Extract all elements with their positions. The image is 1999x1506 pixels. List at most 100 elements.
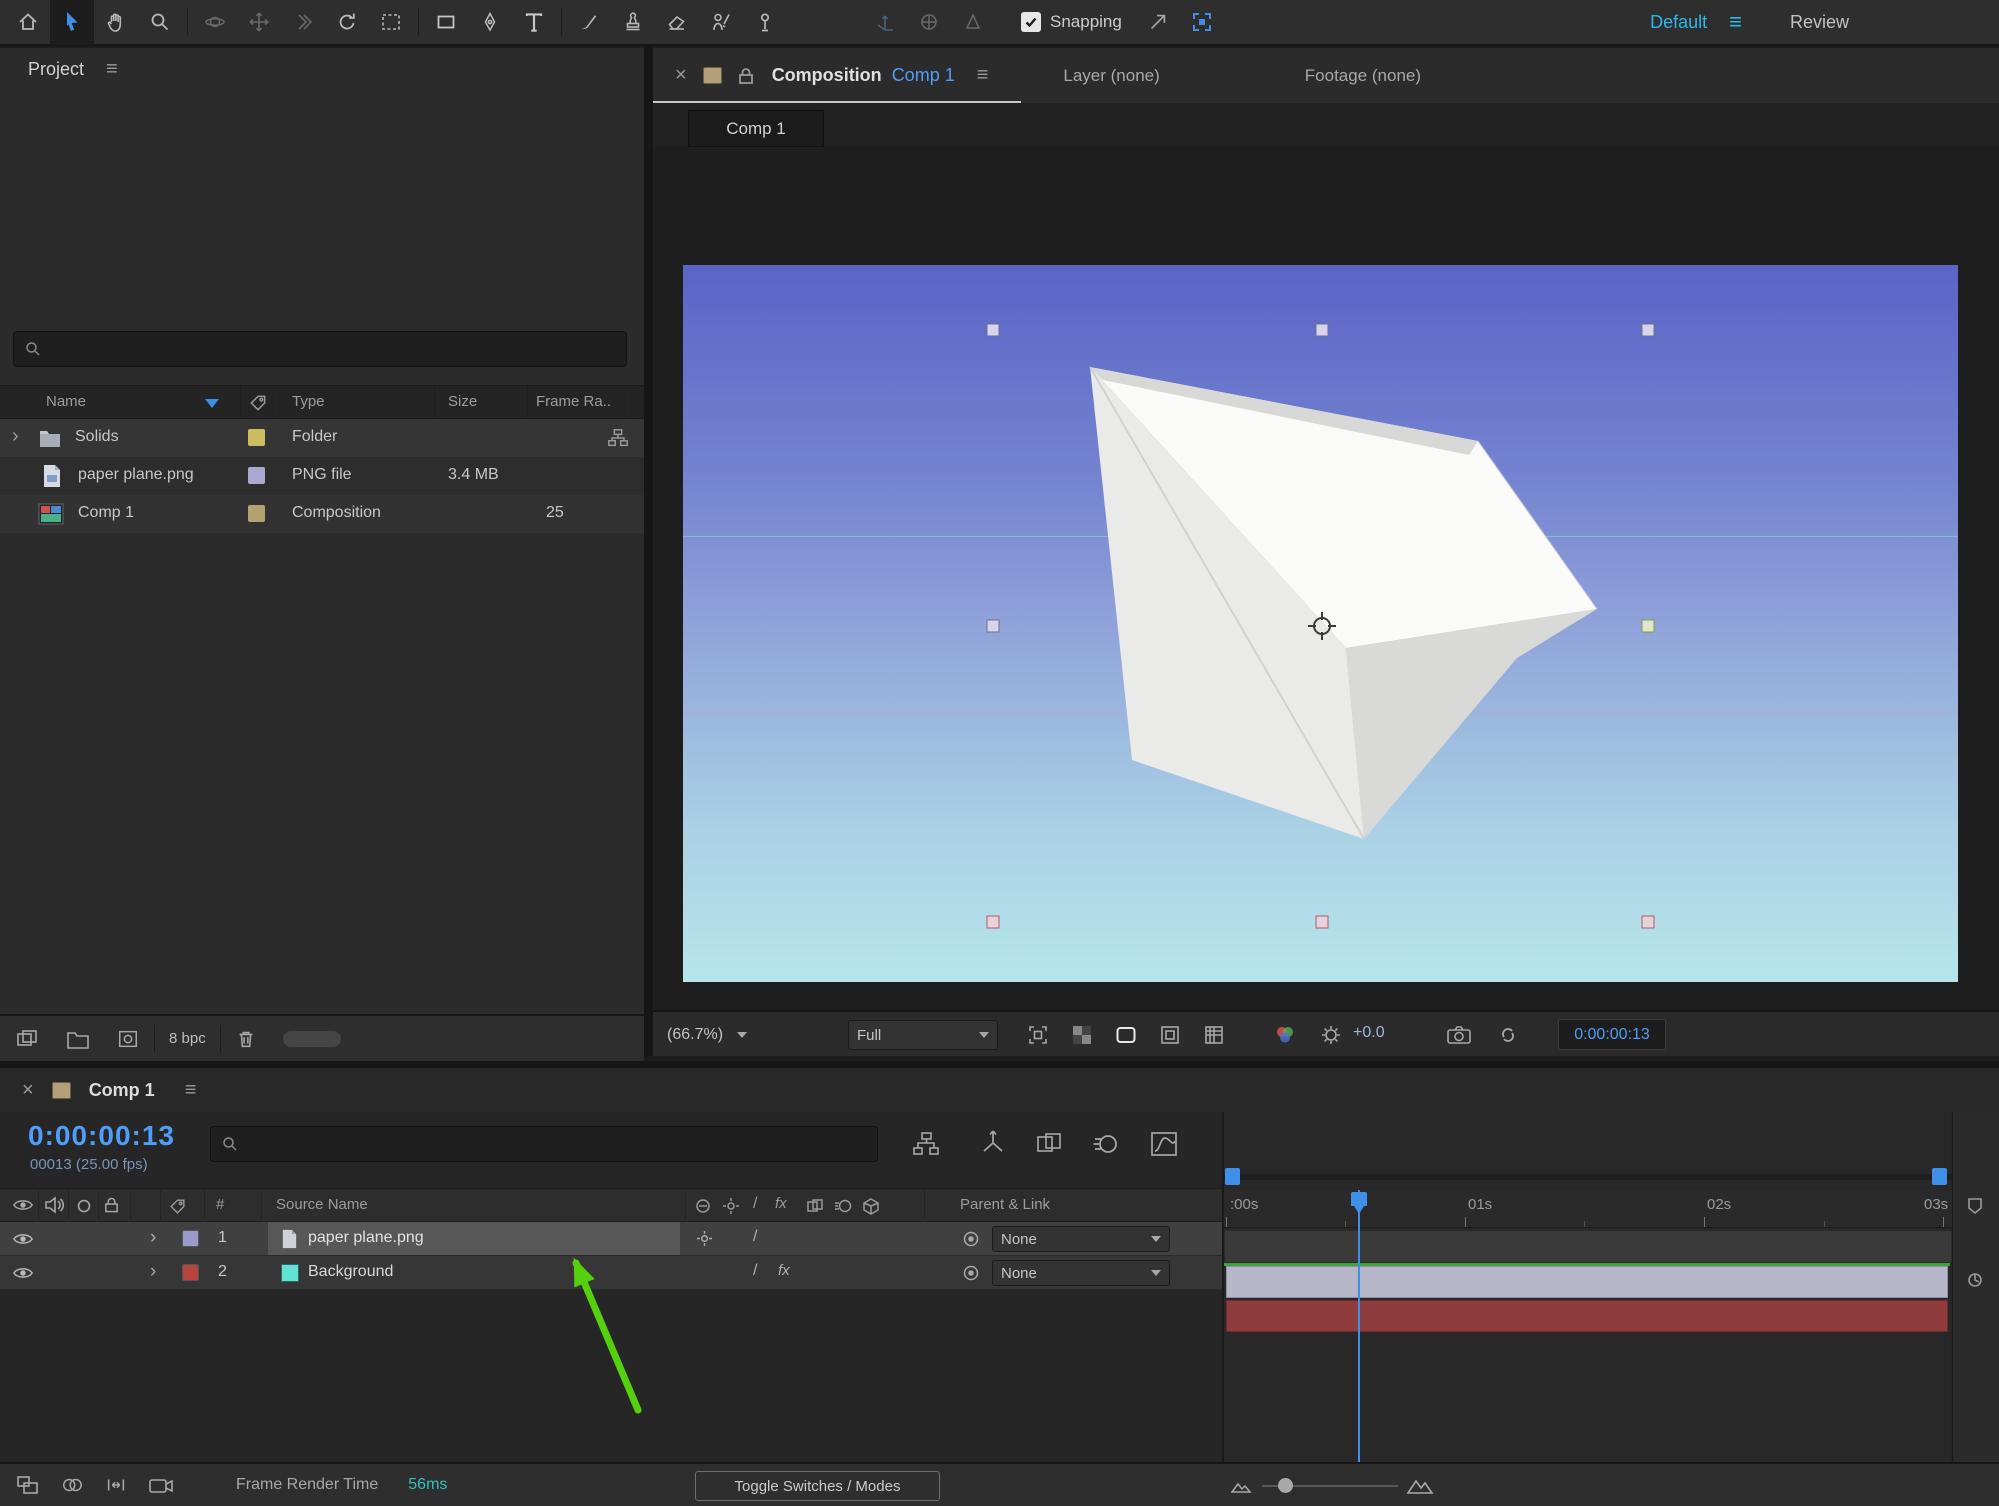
graph-editor-icon[interactable] <box>1150 1131 1178 1157</box>
new-folder-icon[interactable] <box>66 1028 90 1050</box>
project-row-solids[interactable]: › Solids Folder <box>0 419 644 457</box>
close-panel-icon[interactable]: × <box>22 1079 34 1102</box>
region-of-interest-icon[interactable] <box>369 0 413 45</box>
in-out-columns-icon[interactable] <box>104 1474 128 1496</box>
viewport-pasteboard[interactable] <box>653 147 1999 1010</box>
clone-stamp-tool-icon[interactable] <box>611 0 655 45</box>
quality-switch-icon[interactable]: / <box>753 1228 757 1246</box>
column-size[interactable]: Size <box>448 393 477 410</box>
layer-visibility-eye-icon[interactable] <box>12 1231 34 1247</box>
show-snapshot-icon[interactable] <box>1496 1023 1520 1047</box>
channel-rgb-icon[interactable] <box>1273 1023 1297 1047</box>
quality-column-icon[interactable]: / <box>753 1195 757 1213</box>
composition-canvas[interactable] <box>683 265 1958 982</box>
audio-column-icon[interactable] <box>44 1196 64 1214</box>
parent-dropdown[interactable]: None <box>992 1260 1170 1286</box>
layer-name[interactable]: paper plane.png <box>308 1229 424 1247</box>
roto-brush-tool-icon[interactable] <box>699 0 743 45</box>
composition-tab-label[interactable]: Composition <box>772 65 882 86</box>
expander-icon[interactable]: › <box>12 425 19 448</box>
layer-expander-icon[interactable]: › <box>150 1227 156 1249</box>
selection-handle[interactable] <box>986 323 999 336</box>
nav-end-marker[interactable] <box>1932 1168 1947 1185</box>
quality-switch-icon[interactable]: / <box>753 1262 757 1280</box>
parent-link-column[interactable]: Parent & Link <box>960 1196 1050 1213</box>
eraser-tool-icon[interactable] <box>655 0 699 45</box>
exposure-gear-icon[interactable] <box>1319 1023 1343 1047</box>
hand-tool-icon[interactable] <box>94 0 138 45</box>
composition-mini-flowchart-icon[interactable] <box>912 1131 940 1157</box>
puppet-pin-tool-icon[interactable] <box>743 0 787 45</box>
project-bpc-button[interactable]: 8 bpc <box>169 1030 206 1047</box>
mask-visibility-icon[interactable] <box>1114 1023 1138 1047</box>
dolly-camera-tool-icon[interactable] <box>281 0 325 45</box>
type-tool-icon[interactable] <box>512 0 556 45</box>
expand-layers-icon[interactable] <box>16 1474 40 1496</box>
workspace-default-tab[interactable]: Default <box>1650 12 1707 33</box>
parent-pickwhip-icon[interactable] <box>962 1264 980 1282</box>
resolution-dropdown[interactable]: Full <box>848 1020 998 1050</box>
sort-arrow-icon[interactable] <box>205 399 219 408</box>
motion-blur-column-icon[interactable] <box>834 1197 852 1215</box>
project-panel-menu-icon[interactable]: ≡ <box>106 58 118 81</box>
lock-column-icon[interactable] <box>104 1196 119 1214</box>
rectangle-tool-icon[interactable] <box>424 0 468 45</box>
footage-tab[interactable]: Footage (none) <box>1305 66 1421 86</box>
layer-row-paper-plane[interactable]: › 1 paper plane.png / None <box>0 1222 1222 1256</box>
layer-marker-icon[interactable] <box>1965 1270 1985 1290</box>
layer-visibility-eye-icon[interactable] <box>12 1265 34 1281</box>
snapping-checkbox-icon[interactable] <box>1021 12 1041 32</box>
layer-label-chip[interactable] <box>182 1230 199 1247</box>
collapse-column-icon[interactable] <box>722 1197 740 1215</box>
parent-pickwhip-icon[interactable] <box>962 1230 980 1248</box>
cti-line[interactable] <box>1358 1190 1360 1504</box>
pen-tool-icon[interactable] <box>468 0 512 45</box>
motion-blur-icon[interactable] <box>1092 1131 1118 1157</box>
home-icon[interactable] <box>6 0 50 45</box>
orbit-camera-tool-icon[interactable] <box>193 0 237 45</box>
guides-icon[interactable] <box>1158 1023 1182 1047</box>
flowchart-icon[interactable] <box>606 427 630 449</box>
project-search-input[interactable] <box>13 331 627 367</box>
timeline-panel-menu-icon[interactable]: ≡ <box>185 1079 197 1102</box>
effects-switch-icon[interactable]: fx <box>778 1262 790 1279</box>
comp-marker-icon[interactable] <box>1965 1196 1985 1216</box>
grid-icon[interactable] <box>1202 1023 1226 1047</box>
video-column-eye-icon[interactable] <box>12 1197 34 1213</box>
layer-row-background[interactable]: › 2 Background / fx None <box>0 1256 1222 1290</box>
timeline-zoom-slider-knob[interactable] <box>1278 1478 1293 1493</box>
local-axis-mode-icon[interactable] <box>863 0 907 45</box>
viewer-comp-tab[interactable]: Comp 1 <box>688 110 824 147</box>
viewer-timecode[interactable]: 0:00:00:13 <box>1558 1019 1666 1050</box>
snap-along-edges-icon[interactable] <box>1136 0 1180 45</box>
label-color-swatch[interactable] <box>248 467 265 484</box>
item-name[interactable]: paper plane.png <box>78 466 194 484</box>
selection-handle[interactable] <box>1642 323 1655 336</box>
selection-handle[interactable] <box>986 620 999 633</box>
layer-tab[interactable]: Layer (none) <box>1063 66 1159 86</box>
source-name-column[interactable]: Source Name <box>276 1196 368 1213</box>
snapping-toggle[interactable]: Snapping <box>1021 12 1122 32</box>
zoom-in-mountain-icon[interactable] <box>1406 1472 1434 1498</box>
lock-icon[interactable] <box>738 67 754 85</box>
item-name[interactable]: Comp 1 <box>78 504 134 522</box>
three-d-column-icon[interactable] <box>862 1197 880 1215</box>
close-panel-icon[interactable]: × <box>675 64 687 87</box>
label-color-column-icon[interactable] <box>248 393 268 413</box>
frame-blending-icon[interactable] <box>1036 1131 1062 1157</box>
toggle-switches-modes-button[interactable]: Toggle Switches / Modes <box>695 1471 940 1501</box>
composition-tab-comp-name[interactable]: Comp 1 <box>892 65 955 86</box>
layer-bar-background[interactable] <box>1226 1300 1948 1332</box>
view-axis-mode-icon[interactable] <box>951 0 995 45</box>
item-name[interactable]: Solids <box>75 428 119 446</box>
transfer-controls-icon[interactable] <box>60 1474 84 1496</box>
effects-column-icon[interactable]: fx <box>775 1195 787 1212</box>
layer-name[interactable]: Background <box>308 1263 393 1281</box>
world-axis-mode-icon[interactable] <box>907 0 951 45</box>
column-name[interactable]: Name <box>46 393 86 410</box>
project-row-comp1[interactable]: Comp 1 Composition 25 <box>0 495 644 533</box>
shy-column-icon[interactable] <box>694 1197 712 1215</box>
transparency-grid-icon[interactable] <box>1070 1023 1094 1047</box>
solo-column-icon[interactable] <box>76 1198 92 1214</box>
nav-start-marker[interactable] <box>1225 1168 1240 1185</box>
